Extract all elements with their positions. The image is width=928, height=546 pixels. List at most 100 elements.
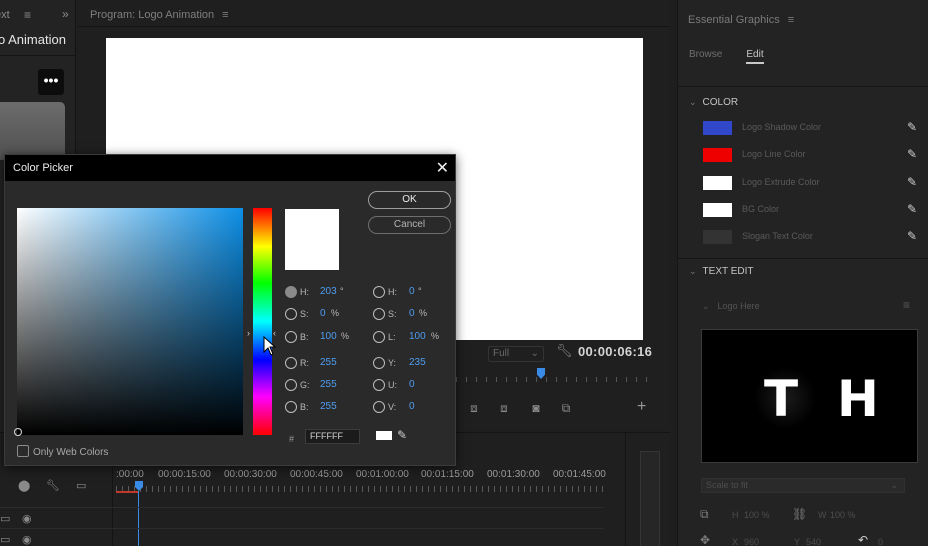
radio-rgb-g[interactable] — [285, 379, 297, 391]
field-label: B: — [300, 332, 309, 342]
ok-button[interactable]: OK — [368, 191, 451, 209]
field-value[interactable]: 255 — [320, 379, 337, 390]
essential-graphics-title[interactable]: Essential Graphics ≡ — [688, 14, 794, 26]
field-value[interactable]: 0 — [409, 401, 415, 412]
captions-icon[interactable]: ▭ — [76, 479, 86, 492]
scale-select[interactable]: Scale to fit ⌄ — [701, 478, 905, 493]
program-monitor-title[interactable]: Program: Logo Animation ≡ — [90, 9, 229, 21]
radio-yuv-v[interactable] — [373, 401, 385, 413]
panel-menu-icon[interactable]: ≡ — [788, 14, 794, 26]
checkbox-box[interactable] — [17, 445, 29, 457]
hue-arrow-left-icon[interactable]: › — [247, 328, 250, 338]
color-section-header[interactable]: ⌄ COLOR — [689, 97, 738, 108]
tab-edit[interactable]: Edit — [746, 49, 764, 64]
y-value[interactable]: 540 — [806, 537, 821, 546]
field-value[interactable]: 0 — [320, 308, 326, 319]
panel-menu-icon[interactable]: ≡ — [24, 8, 31, 22]
export-frame-icon[interactable]: ◙ — [526, 401, 546, 415]
field-value[interactable]: 100 — [320, 331, 337, 342]
timeline-time-label: 00:01:15:00 — [421, 469, 474, 480]
field-value[interactable]: 203 — [320, 286, 337, 297]
field-value[interactable]: 0 — [409, 286, 415, 297]
color-swatch[interactable] — [703, 203, 732, 217]
wrench-icon[interactable]: 🔧︎ — [556, 343, 573, 359]
color-swatch[interactable] — [703, 148, 732, 162]
eye-icon[interactable]: ◉ — [22, 512, 32, 525]
rotation-value[interactable]: 0 — [878, 537, 883, 546]
cancel-button[interactable]: Cancel — [368, 216, 451, 234]
graphic-thumbnail[interactable] — [0, 102, 65, 160]
more-options-button[interactable]: ••• — [38, 69, 64, 95]
eyedropper-icon[interactable]: ✎ — [907, 229, 917, 243]
mouse-cursor-icon — [263, 336, 277, 356]
panel-menu-icon[interactable]: ≡ — [222, 9, 228, 21]
track-toggle-icon[interactable]: ▭ — [0, 533, 10, 546]
radio-rgb-r[interactable] — [285, 357, 297, 369]
expand-panels-icon[interactable]: » — [62, 7, 69, 21]
tab-browse[interactable]: Browse — [689, 49, 722, 60]
eg-tabs: Browse Edit — [689, 49, 788, 64]
radio-hsb-h[interactable] — [285, 286, 297, 298]
eyedropper-icon[interactable]: ✎ — [907, 120, 917, 134]
only-web-colors-checkbox[interactable]: Only Web Colors — [17, 445, 108, 458]
field-value[interactable]: 100 — [409, 331, 426, 342]
resolution-select[interactable]: Full ⌄ — [488, 346, 544, 362]
width-value[interactable]: 100 % — [830, 510, 856, 520]
radio-hsl-s[interactable] — [373, 308, 385, 320]
text-edit-section-header[interactable]: ⌄ TEXT EDIT — [689, 266, 753, 277]
radio-hsb-b[interactable] — [285, 331, 297, 343]
radio-hsl-l[interactable] — [373, 331, 385, 343]
color-swatch[interactable] — [703, 121, 732, 135]
dialog-title: Color Picker — [13, 162, 73, 174]
radio-rgb-b[interactable] — [285, 401, 297, 413]
field-value[interactable]: 235 — [409, 357, 426, 368]
divider — [678, 86, 928, 87]
eyedropper-icon[interactable]: ✎ — [907, 175, 917, 189]
marker-icon[interactable]: ⬤ — [18, 479, 30, 492]
close-icon[interactable]: ✕ — [436, 158, 449, 178]
color-label: BG Color — [742, 204, 780, 214]
field-unit: % — [419, 308, 428, 318]
field-value[interactable]: 0 — [409, 308, 415, 319]
playhead-timecode[interactable]: 00:00:06:16 — [578, 344, 652, 359]
radio-yuv-y[interactable] — [373, 357, 385, 369]
program-title-text: Program: Logo Animation — [90, 9, 215, 21]
eyedropper-icon[interactable]: ✎ — [397, 428, 407, 442]
hex-input[interactable]: FFFFFF — [305, 429, 360, 444]
radio-yuv-u[interactable] — [373, 379, 385, 391]
timeline-time-ruler[interactable] — [116, 483, 604, 493]
insert-icon[interactable]: ⧈ — [464, 401, 484, 415]
color-field[interactable] — [17, 208, 243, 435]
hue-slider[interactable] — [253, 208, 272, 435]
color-swatch[interactable] — [703, 176, 732, 190]
overwrite-icon[interactable]: ⧈ — [494, 401, 514, 415]
track-toggle-icon[interactable]: ▭ — [0, 512, 10, 525]
text-preview[interactable]: T H — [701, 329, 918, 463]
color-field-marker[interactable] — [14, 428, 22, 436]
wrench-icon[interactable]: 🔧︎ — [46, 479, 60, 492]
eyedropper-icon[interactable]: ✎ — [907, 202, 917, 216]
monitor-time-ruler[interactable] — [456, 373, 654, 383]
text-layer-row[interactable]: ⌄ Logo Here — [702, 301, 760, 312]
comparison-view-icon[interactable]: ⧉ — [556, 401, 576, 415]
add-button-icon[interactable]: + — [637, 398, 646, 416]
panel-tab-text[interactable]: ext — [0, 9, 10, 21]
eye-icon[interactable]: ◉ — [22, 533, 32, 546]
dialog-titlebar[interactable]: Color Picker ✕ — [5, 155, 455, 181]
link-icon[interactable]: ⛓ — [792, 507, 807, 521]
height-value[interactable]: 100 % — [744, 510, 770, 520]
color-preview-swatch — [285, 209, 339, 270]
field-value[interactable]: 255 — [320, 401, 337, 412]
section-title: COLOR — [702, 97, 739, 108]
field-value[interactable]: 0 — [409, 379, 415, 390]
color-swatch[interactable] — [703, 230, 732, 244]
color-label: Logo Shadow Color — [742, 122, 822, 132]
radio-hsl-h[interactable] — [373, 286, 385, 298]
field-value[interactable]: 255 — [320, 357, 337, 368]
layer-menu-icon[interactable]: ≡ — [903, 298, 910, 312]
track-divider — [0, 507, 604, 508]
x-value[interactable]: 960 — [744, 537, 759, 546]
height-label: H — [732, 510, 739, 520]
radio-hsb-s[interactable] — [285, 308, 297, 320]
eyedropper-icon[interactable]: ✎ — [907, 147, 917, 161]
